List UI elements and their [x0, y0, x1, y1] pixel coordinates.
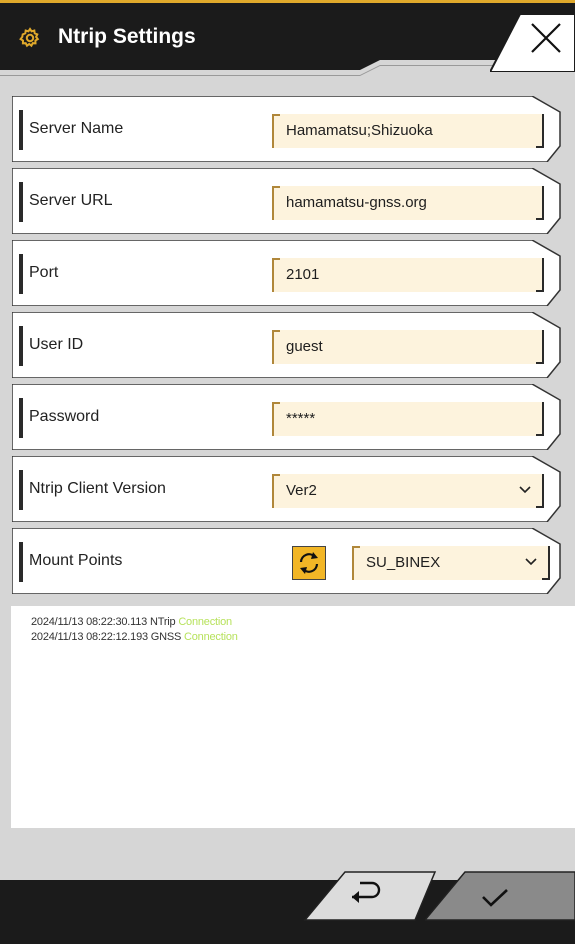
password-input[interactable]: ***** [272, 402, 544, 436]
user-id-input[interactable]: guest [272, 330, 544, 364]
confirm-button[interactable] [425, 860, 575, 944]
settings-row-user-id: User ID guest [12, 312, 562, 378]
header-accent-line [0, 0, 575, 3]
port-value: 2101 [286, 266, 320, 283]
row-marker [19, 182, 23, 222]
client-version-value: Ver2 [286, 482, 317, 499]
client-version-label: Ntrip Client Version [29, 480, 166, 497]
log-line: 2024/11/13 08:22:30.113 NTrip Connection [31, 616, 232, 628]
row-marker [19, 110, 23, 150]
row-marker [19, 398, 23, 438]
server-url-input[interactable]: hamamatsu-gnss.org [272, 186, 544, 220]
client-version-select[interactable]: Ver2 [272, 474, 544, 508]
log-panel: 2024/11/13 08:22:30.113 NTrip Connection… [11, 606, 575, 828]
settings-row-server-url: Server URL hamamatsu-gnss.org [12, 168, 562, 234]
user-id-value: guest [286, 338, 323, 355]
row-marker [19, 542, 23, 582]
server-name-input[interactable]: Hamamatsu;Shizuoka [272, 114, 544, 148]
mount-points-select[interactable]: SU_BINEX [352, 546, 550, 580]
mount-points-value: SU_BINEX [366, 554, 441, 571]
back-button[interactable] [300, 860, 440, 944]
gear-icon [19, 27, 40, 48]
refresh-mount-points-button[interactable] [292, 546, 326, 580]
row-marker [19, 326, 23, 366]
user-id-label: User ID [29, 336, 84, 353]
password-label: Password [29, 408, 100, 425]
settings-row-password: Password ***** [12, 384, 562, 450]
settings-row-port: Port 2101 [12, 240, 562, 306]
settings-row-server-name: Server Name Hamamatsu;Shizuoka [12, 96, 562, 162]
chevron-down-icon [519, 486, 531, 494]
page-title: Ntrip Settings [58, 25, 196, 48]
mount-points-label: Mount Points [29, 552, 123, 569]
row-marker [19, 254, 23, 294]
port-input[interactable]: 2101 [272, 258, 544, 292]
log-text: 2024/11/13 08:22:30.113 NTrip [31, 616, 176, 628]
log-status: Connection [178, 616, 232, 628]
server-name-value: Hamamatsu;Shizuoka [286, 122, 433, 139]
settings-row-client-version: Ntrip Client Version Ver2 [12, 456, 562, 522]
settings-row-mount-points: Mount Points SU_BINEX [12, 528, 562, 594]
chevron-down-icon [525, 558, 537, 566]
refresh-icon [299, 552, 319, 574]
server-url-label: Server URL [29, 192, 113, 209]
row-marker [19, 470, 23, 510]
log-status: Connection [184, 631, 238, 643]
log-line: 2024/11/13 08:22:12.193 GNSS Connection [31, 631, 238, 643]
log-text: 2024/11/13 08:22:12.193 GNSS [31, 631, 182, 643]
port-label: Port [29, 264, 59, 281]
close-icon [531, 23, 561, 53]
server-name-label: Server Name [29, 120, 124, 137]
server-url-value: hamamatsu-gnss.org [286, 194, 427, 211]
password-value: ***** [286, 410, 316, 427]
